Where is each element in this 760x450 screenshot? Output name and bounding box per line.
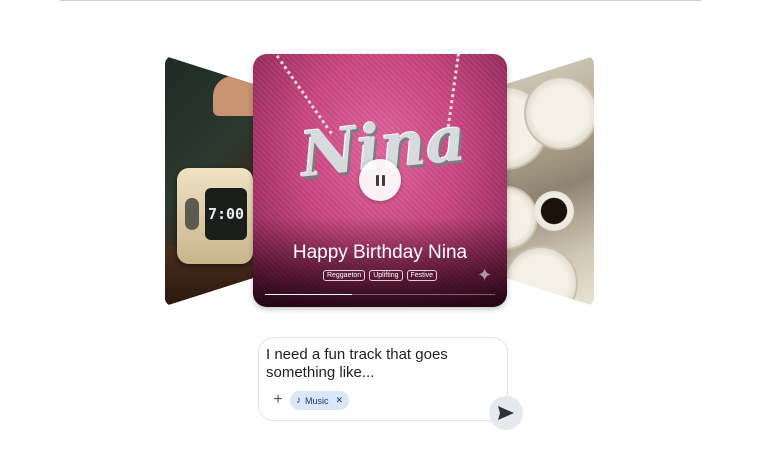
clock-radio: 7:00 xyxy=(177,168,253,264)
tag: Reggaeton xyxy=(322,270,366,281)
pause-icon xyxy=(375,174,385,186)
tag-list: Reggaeton Uplifting Festive xyxy=(253,270,507,281)
carousel-card-main[interactable]: Nina Happy Birthday Nina Reggaeton Uplif… xyxy=(253,54,507,307)
clock-display: 7:00 xyxy=(205,188,247,240)
plate xyxy=(504,246,578,306)
radio-dial xyxy=(185,198,199,230)
send-icon xyxy=(498,406,514,420)
prompt-text[interactable]: I need a fun track that goes something l… xyxy=(266,346,466,382)
prompt-input[interactable]: I need a fun track that goes something l… xyxy=(258,337,508,421)
track-title: Happy Birthday Nina xyxy=(292,242,468,263)
tag: Uplifting xyxy=(369,270,403,281)
add-icon[interactable]: + xyxy=(271,392,285,408)
music-note-icon: ♪ xyxy=(296,395,301,406)
coffee-cup xyxy=(534,191,574,231)
music-chip-label: Music xyxy=(305,395,329,406)
top-divider xyxy=(60,0,701,1)
pause-button[interactable] xyxy=(359,159,401,201)
plate xyxy=(524,76,594,150)
progress-bar[interactable] xyxy=(265,294,495,295)
send-button[interactable] xyxy=(489,396,523,430)
close-icon[interactable]: ✕ xyxy=(336,395,344,406)
progress-fill xyxy=(265,294,353,295)
sparkle-icon: ✦ xyxy=(477,265,493,285)
tag: Festive xyxy=(406,270,438,281)
music-chip[interactable]: ♪ Music ✕ xyxy=(290,391,350,410)
